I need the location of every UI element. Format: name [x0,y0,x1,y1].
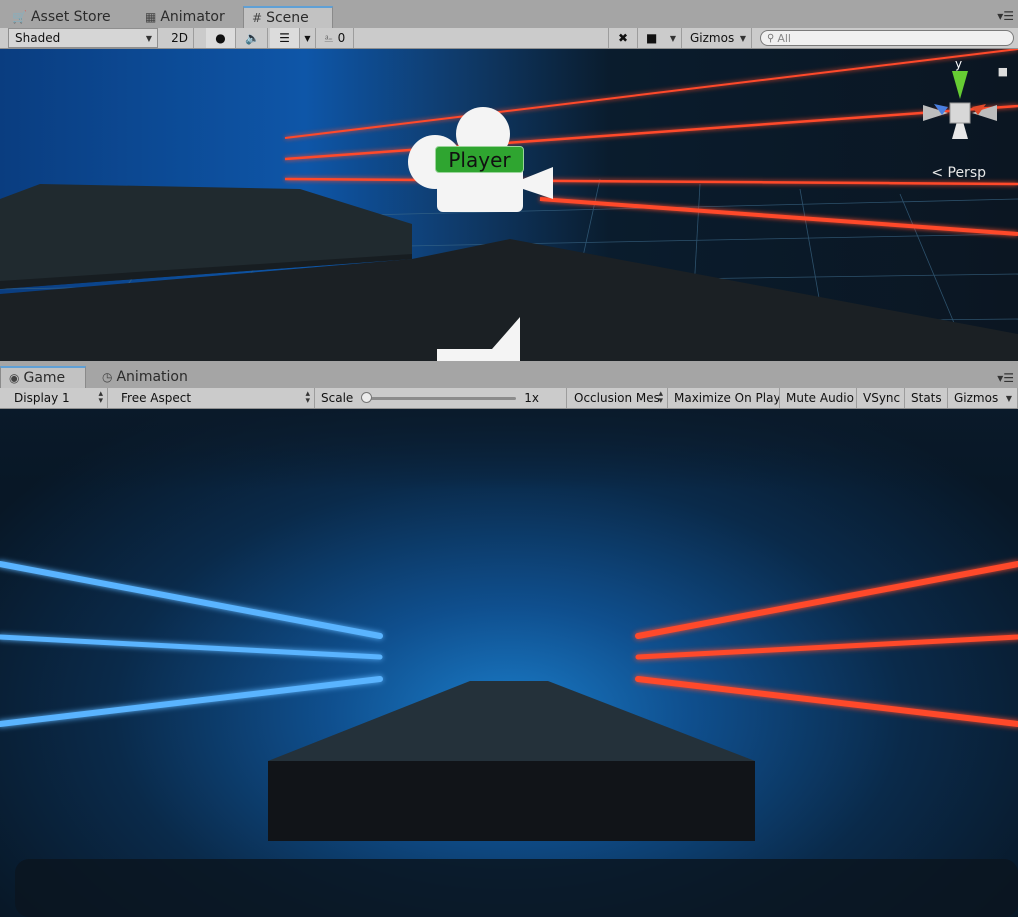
tab-scene[interactable]: # Scene [243,6,333,28]
scene-toolbar: Shaded ▼ 2D ● 🔈 ☰ ▼ ⎁ 0 ✖ ■ ▼ Gizmos ▼ ⚲… [0,28,1018,49]
foreground-floor [15,859,1018,917]
panel-menu-icon[interactable]: ▾☰ [997,371,1014,385]
scale-slider-thumb[interactable] [361,392,373,403]
lightbulb-icon: ● [215,31,226,45]
scene-viewport[interactable]: Player y ■ < Persp [0,49,1018,361]
2d-label: 2D [171,31,188,45]
maximize-label: Maximize On Play [674,391,780,405]
tab-asset-store[interactable]: 🛒 Asset Store [4,6,119,28]
game-platform-front [268,761,755,841]
game-render [0,409,1018,917]
gizmos-label: Gizmos [954,391,999,405]
effects-dropdown[interactable]: ▼ [300,28,316,48]
occlusion-label: Occlusion Mes [574,391,660,405]
tab-label: Game [23,370,66,386]
bag-icon: 🛒 [12,10,27,24]
game-icon: ◉ [9,371,20,385]
search-icon: ⚲ [767,32,775,44]
draw-mode-value: Shaded [15,31,61,45]
speaker-icon: 🔈 [245,31,260,45]
aspect-dropdown[interactable]: Free Aspect ▴ ▾ [115,388,315,408]
display-value: Display 1 [14,391,70,405]
eye-hidden-icon: ⎁ [324,30,334,45]
projection-label: Persp [947,165,987,181]
draw-mode-dropdown[interactable]: Shaded ▼ [8,28,158,48]
lighting-toggle[interactable]: ● [206,28,236,48]
stats-toggle[interactable]: Stats [905,388,948,408]
hidden-objects-toggle[interactable]: ⎁ 0 [318,28,354,48]
chevron-down-icon: ▼ [304,33,311,43]
chevron-down-icon: ▼ [669,33,676,43]
wrench-icon: ✖ [617,31,629,45]
red-lasers [284,49,1018,236]
tab-animation[interactable]: ◷ Animation [94,366,196,388]
tab-label: Asset Store [30,9,111,25]
stats-label: Stats [911,391,942,405]
tools-toggle[interactable]: ✖ [608,28,638,48]
maximize-on-play-toggle[interactable]: Maximize On Play [668,388,780,408]
red-lasers [635,561,1018,727]
mute-audio-toggle[interactable]: Mute Audio [780,388,857,408]
clock-icon: ◷ [102,370,113,384]
camera-settings-dropdown[interactable]: ■ ▼ [640,28,682,48]
display-dropdown[interactable]: Display 1 ▴ ▾ [8,388,108,408]
tab-label: Animation [116,369,188,385]
tab-game[interactable]: ◉ Game [0,366,86,388]
2d-toggle[interactable]: 2D [166,28,194,48]
aspect-value: Free Aspect [121,391,192,405]
gizmos-label: Gizmos [690,31,735,45]
scene-tab-bar: 🛒 Asset Store ▦ Animator # Scene ▾☰ [0,0,1018,28]
animator-icon: ▦ [145,10,157,24]
game-platform-top [268,681,755,761]
gizmos-dropdown[interactable]: Gizmos ▼ [948,388,1018,408]
scale-control: Scale 1x [315,388,567,408]
scale-slider[interactable] [361,392,517,404]
chevron-down-icon: ▼ [739,33,746,43]
panel-menu-icon[interactable]: ▾☰ [997,9,1014,23]
tab-animator[interactable]: ▦ Animator [137,6,233,28]
persp-arrow-icon: < [931,165,944,181]
gizmo-y-label: y [955,57,963,71]
updown-icon: ▴ ▾ [98,389,103,406]
tab-label: Scene [266,10,309,26]
scene-render [0,49,1018,361]
gizmos-dropdown[interactable]: Gizmos ▼ [684,28,752,48]
audio-toggle[interactable]: 🔈 [238,28,268,48]
scene-search-input[interactable]: ⚲ All [760,30,1014,46]
updown-icon: ▴ ▾ [305,389,310,406]
chevron-down-icon: ▼ [145,33,152,43]
effects-toggle[interactable]: ☰ [270,28,300,48]
camera-icon: ■ [646,31,658,45]
blue-lasers [0,561,383,727]
game-toolbar: Display 1 ▴ ▾ Free Aspect ▴ ▾ Scale 1x Occ… [0,388,1018,409]
chevron-down-icon: ▼ [1005,393,1012,403]
scale-label: Scale [321,391,354,405]
lock-icon[interactable]: ■ [998,65,1008,78]
grid-icon: # [252,11,263,25]
orientation-gizmo[interactable] [923,71,997,139]
scale-value: 1x [524,391,540,405]
vsync-label: VSync [863,391,901,405]
game-tab-bar: ◉ Game ◷ Animation ▾☰ [0,361,1018,388]
layers-icon: ☰ [279,31,290,45]
hidden-count: 0 [337,31,346,45]
projection-toggle[interactable]: < Persp [931,165,986,181]
updown-icon: ▴ ▾ [658,389,663,406]
game-viewport[interactable] [0,409,1018,917]
tab-label: Animator [160,9,225,25]
occlusion-dropdown[interactable]: Occlusion Mes ▴ ▾ [568,388,668,408]
search-placeholder: All [777,31,791,45]
mute-label: Mute Audio [786,391,854,405]
vsync-toggle[interactable]: VSync [857,388,905,408]
player-label[interactable]: Player [435,146,524,173]
